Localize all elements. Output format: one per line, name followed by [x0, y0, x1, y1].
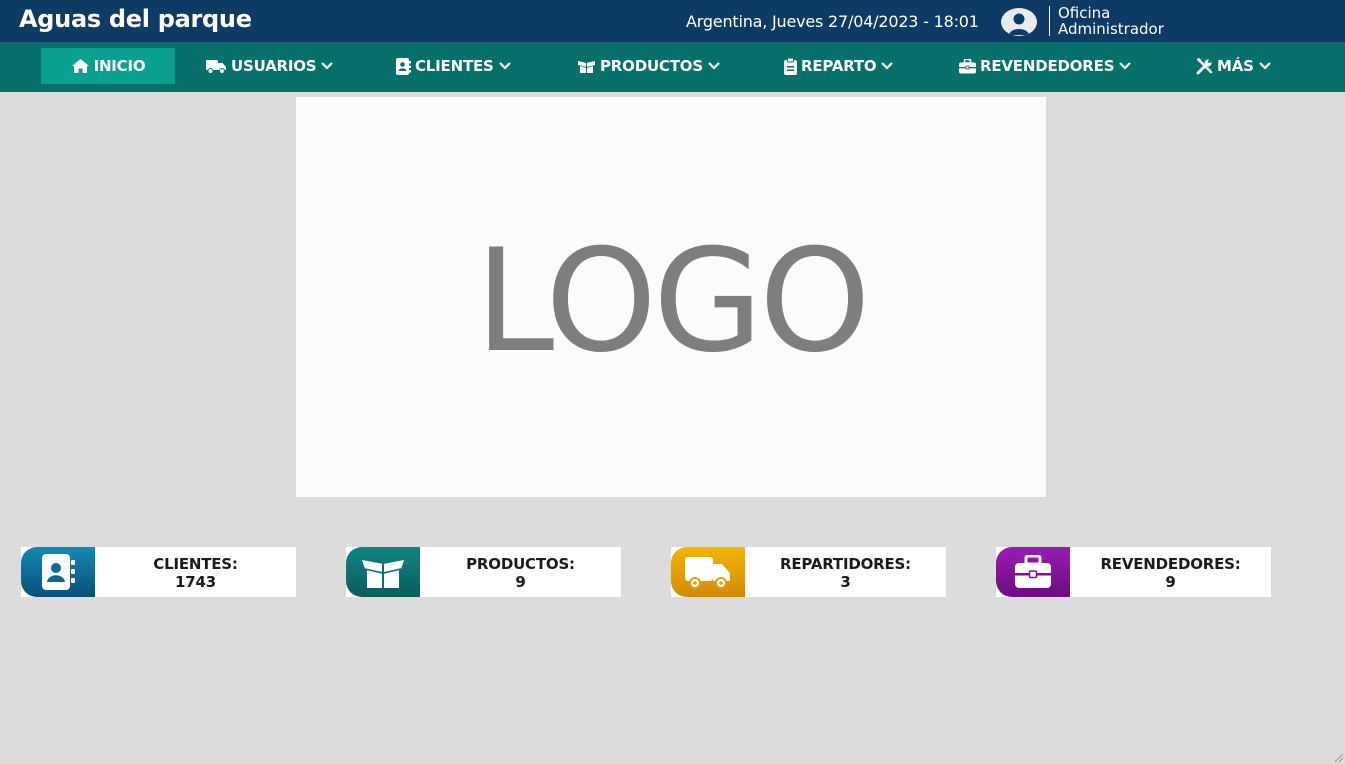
home-icon	[71, 59, 89, 73]
nav-reparto[interactable]: REPARTO	[784, 48, 894, 84]
address-book-icon	[21, 547, 95, 597]
nav-label: REVENDEDORES	[980, 57, 1115, 75]
stat-value: 9	[515, 573, 526, 591]
main-navbar: INICIO USUARIOS CLIENTES PRODUCTOS REPAR…	[0, 42, 1345, 92]
header-divider	[1049, 6, 1050, 36]
chevron-down-icon	[321, 62, 334, 70]
nav-clientes[interactable]: CLIENTES	[396, 48, 511, 84]
stat-text: CLIENTES: 1743	[95, 555, 296, 591]
top-bar: Aguas del parque Argentina, Jueves 27/04…	[0, 0, 1345, 42]
stat-text: REVENDEDORES: 9	[1070, 555, 1271, 591]
nav-label: REPARTO	[801, 57, 877, 75]
chevron-down-icon	[1119, 62, 1132, 70]
stat-value: 9	[1165, 573, 1176, 591]
stat-label: PRODUCTOS:	[466, 555, 575, 573]
nav-usuarios[interactable]: USUARIOS	[206, 48, 334, 84]
logo-placeholder: LOGO	[475, 219, 871, 384]
user-role: Administrador	[1058, 20, 1164, 38]
nav-productos[interactable]: PRODUCTOS	[577, 48, 720, 84]
nav-label: INICIO	[93, 57, 146, 75]
stat-card-productos[interactable]: PRODUCTOS: 9	[346, 547, 621, 597]
address-book-icon	[396, 57, 411, 75]
truck-icon	[671, 547, 745, 597]
chevron-down-icon	[498, 62, 511, 70]
nav-label: MÁS	[1217, 57, 1254, 75]
nav-label: CLIENTES	[415, 57, 494, 75]
stat-text: REPARTIDORES: 3	[745, 555, 946, 591]
user-info[interactable]: Oficina Administrador	[1058, 5, 1164, 37]
stat-card-repartidores[interactable]: REPARTIDORES: 3	[671, 547, 946, 597]
nav-inicio[interactable]: INICIO	[41, 48, 175, 84]
stat-value: 3	[840, 573, 851, 591]
nav-revendedores[interactable]: REVENDEDORES	[959, 48, 1132, 84]
stat-value: 1743	[175, 573, 216, 591]
stat-label: CLIENTES:	[153, 555, 238, 573]
tools-icon	[1196, 57, 1213, 74]
resize-grip-icon[interactable]	[1333, 752, 1343, 762]
nav-mas[interactable]: MÁS	[1196, 48, 1271, 84]
chevron-down-icon	[708, 62, 720, 70]
clipboard-icon	[784, 57, 797, 75]
user-location: Oficina	[1058, 4, 1111, 22]
box-open-icon	[346, 547, 420, 597]
current-datetime: Argentina, Jueves 27/04/2023 - 18:01	[686, 12, 979, 31]
briefcase-icon	[996, 547, 1070, 597]
briefcase-icon	[959, 58, 976, 73]
stat-text: PRODUCTOS: 9	[420, 555, 621, 591]
chevron-down-icon	[1258, 62, 1271, 70]
stat-label: REVENDEDORES:	[1100, 555, 1241, 573]
stat-card-revendedores[interactable]: REVENDEDORES: 9	[996, 547, 1271, 597]
chevron-down-icon	[881, 62, 894, 70]
stat-label: REPARTIDORES:	[780, 555, 911, 573]
logo-panel: LOGO	[296, 97, 1046, 497]
user-avatar-icon[interactable]	[1001, 8, 1037, 36]
stat-card-clientes[interactable]: CLIENTES: 1743	[21, 547, 296, 597]
nav-label: PRODUCTOS	[600, 57, 703, 75]
box-open-icon	[578, 60, 595, 73]
truck-icon	[206, 59, 226, 74]
nav-label: USUARIOS	[231, 57, 317, 75]
app-brand[interactable]: Aguas del parque	[19, 5, 252, 33]
